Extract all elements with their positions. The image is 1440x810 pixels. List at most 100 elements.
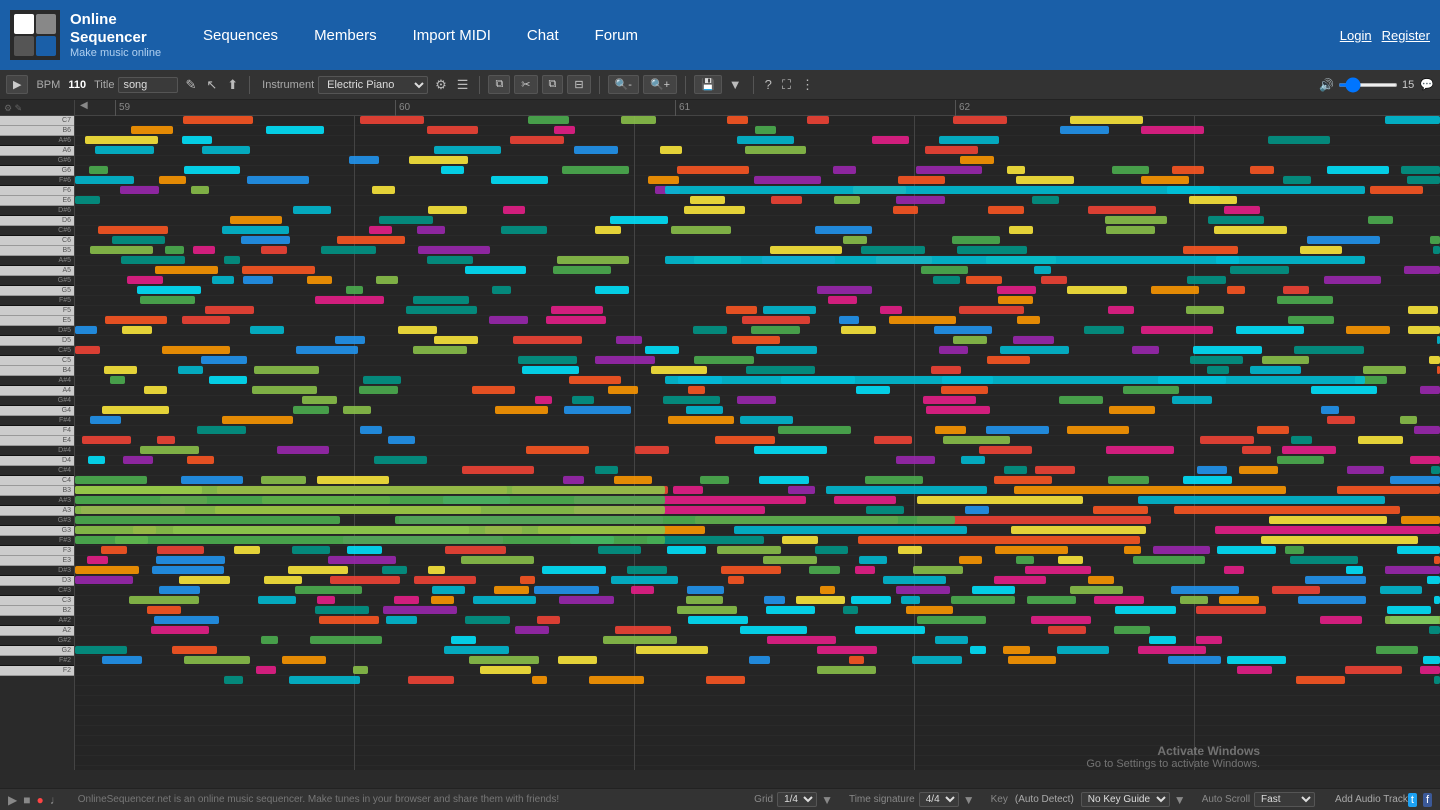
note[interactable] <box>242 266 315 274</box>
note[interactable] <box>913 566 963 574</box>
note[interactable] <box>1108 476 1149 484</box>
note[interactable] <box>595 356 655 364</box>
note[interactable] <box>883 576 946 584</box>
key-C#6[interactable]: C#6 <box>0 226 74 236</box>
note[interactable] <box>943 436 1010 444</box>
instrument-settings-icon[interactable]: ⚙ <box>432 75 450 95</box>
note[interactable] <box>1368 216 1393 224</box>
note[interactable] <box>1272 586 1320 594</box>
note[interactable] <box>432 586 465 594</box>
note[interactable] <box>872 136 909 144</box>
key-A#3[interactable]: A#3 <box>0 496 74 506</box>
note[interactable] <box>611 576 678 584</box>
note[interactable] <box>1358 436 1403 444</box>
note[interactable] <box>1132 346 1159 354</box>
note[interactable] <box>896 456 935 464</box>
note[interactable] <box>1214 226 1287 234</box>
key-D4[interactable]: D4 <box>0 456 74 466</box>
note[interactable] <box>193 246 215 254</box>
scroll-left-icon[interactable]: ◀ <box>80 100 88 111</box>
note[interactable] <box>121 256 185 264</box>
note[interactable] <box>687 586 724 594</box>
note[interactable] <box>749 656 770 664</box>
edit-icon[interactable]: ✎ <box>182 75 199 95</box>
note[interactable] <box>997 286 1036 294</box>
note[interactable] <box>346 286 363 294</box>
note[interactable] <box>127 276 163 284</box>
note[interactable] <box>120 186 159 194</box>
key-C#3[interactable]: C#3 <box>0 586 74 596</box>
note[interactable] <box>1187 276 1226 284</box>
twitter-icon[interactable]: t <box>1408 793 1417 807</box>
key-C7[interactable]: C7 <box>0 116 74 126</box>
note[interactable] <box>156 556 225 564</box>
note[interactable] <box>1041 276 1067 284</box>
note[interactable] <box>417 226 445 234</box>
note[interactable] <box>123 456 153 464</box>
note[interactable] <box>608 386 638 394</box>
note[interactable] <box>1401 516 1440 524</box>
note[interactable] <box>1115 606 1176 614</box>
note[interactable] <box>986 426 1049 434</box>
note[interactable] <box>379 216 433 224</box>
note[interactable] <box>957 246 1027 254</box>
note[interactable] <box>970 646 986 654</box>
copy-button[interactable]: ⧉ <box>488 75 510 94</box>
note[interactable] <box>75 566 139 574</box>
note[interactable] <box>157 546 204 554</box>
key-G3[interactable]: G3 <box>0 526 74 536</box>
note[interactable] <box>1000 346 1069 354</box>
note[interactable] <box>732 336 780 344</box>
key-G4[interactable]: G4 <box>0 406 74 416</box>
title-input[interactable] <box>118 77 178 93</box>
note[interactable] <box>1307 236 1380 244</box>
key-A6[interactable]: A6 <box>0 146 74 156</box>
note[interactable] <box>1414 426 1440 434</box>
note[interactable] <box>1025 566 1091 574</box>
grid-dropdown-icon[interactable]: ▼ <box>821 793 833 807</box>
note[interactable] <box>1109 406 1155 414</box>
note[interactable] <box>317 476 389 484</box>
note[interactable] <box>778 426 851 434</box>
key-G#6[interactable]: G#6 <box>0 156 74 166</box>
note[interactable] <box>667 546 706 554</box>
note[interactable] <box>140 446 199 454</box>
note[interactable] <box>465 266 526 274</box>
note[interactable] <box>715 436 775 444</box>
note[interactable] <box>671 226 731 234</box>
note[interactable] <box>972 586 1015 594</box>
note[interactable] <box>809 566 840 574</box>
key-F5[interactable]: F5 <box>0 306 74 316</box>
key-A#2[interactable]: A#2 <box>0 616 74 626</box>
note[interactable] <box>1094 596 1144 604</box>
note[interactable] <box>925 146 978 154</box>
note[interactable] <box>1363 366 1406 374</box>
note[interactable] <box>258 596 296 604</box>
key-G#2[interactable]: G#2 <box>0 636 74 646</box>
note[interactable] <box>841 326 876 334</box>
note[interactable] <box>839 316 859 324</box>
login-link[interactable]: Login <box>1340 28 1372 43</box>
note[interactable] <box>261 476 306 484</box>
note[interactable] <box>833 166 856 174</box>
note[interactable] <box>75 476 147 484</box>
key-D5[interactable]: D5 <box>0 336 74 346</box>
note[interactable] <box>90 246 153 254</box>
note[interactable] <box>1141 176 1189 184</box>
note[interactable] <box>501 226 547 234</box>
note[interactable] <box>1346 326 1390 334</box>
note[interactable] <box>414 576 476 584</box>
note[interactable] <box>952 236 1000 244</box>
note[interactable] <box>131 126 173 134</box>
key-F#6[interactable]: F#6 <box>0 176 74 186</box>
note[interactable] <box>184 166 240 174</box>
note[interactable] <box>1138 646 1206 654</box>
note[interactable] <box>1017 316 1040 324</box>
note[interactable] <box>293 206 331 214</box>
note[interactable] <box>317 596 335 604</box>
note[interactable] <box>542 566 606 574</box>
play-button[interactable]: ▶ <box>6 75 28 94</box>
note[interactable] <box>159 586 200 594</box>
note[interactable] <box>941 386 988 394</box>
key-A#5[interactable]: A#5 <box>0 256 74 266</box>
